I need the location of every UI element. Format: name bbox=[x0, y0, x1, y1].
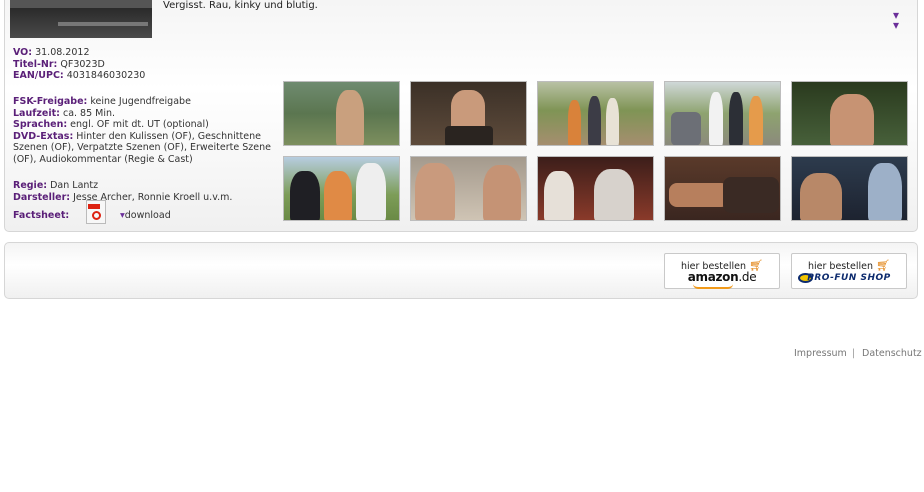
vo-value: 31.08.2012 bbox=[35, 47, 90, 58]
scene-figure bbox=[544, 171, 574, 220]
scene-figure bbox=[356, 163, 386, 220]
scene-figure bbox=[594, 169, 634, 220]
scene-thumbnail[interactable] bbox=[410, 81, 527, 146]
scene-figure bbox=[868, 163, 902, 220]
download-label: download bbox=[124, 210, 171, 221]
scene-thumbnail[interactable] bbox=[283, 81, 400, 146]
factsheet-download-link[interactable]: ▾download bbox=[120, 210, 171, 221]
titel-nr-label: Titel-Nr: bbox=[13, 58, 58, 70]
scene-figure bbox=[568, 100, 581, 145]
scene-thumbnail[interactable] bbox=[537, 81, 654, 146]
regie-label: Regie: bbox=[13, 180, 48, 191]
scene-thumbnail[interactable] bbox=[664, 156, 781, 221]
amazon-order-button[interactable]: hier bestellen 🛒︎ amazon.de bbox=[664, 253, 780, 289]
amazon-logo: amazon.de bbox=[665, 270, 779, 284]
scene-figure bbox=[483, 165, 521, 220]
scene-thumbnail[interactable] bbox=[410, 156, 527, 221]
amazon-smile bbox=[693, 284, 733, 289]
scene-figure bbox=[445, 126, 493, 145]
pdf-icon[interactable] bbox=[86, 200, 106, 224]
scene-figure bbox=[723, 177, 779, 213]
extras-label: DVD-Extas: bbox=[13, 130, 74, 142]
impressum-link[interactable]: Impressum bbox=[794, 348, 847, 359]
sprachen-value: engl. OF mit dt. UT (optional) bbox=[70, 119, 209, 130]
laufzeit-row: Laufzeit: ca. 85 Min. bbox=[13, 108, 275, 120]
ean-row: EAN/UPC: 4031846030230 bbox=[13, 70, 145, 82]
laufzeit-label: Laufzeit: bbox=[13, 107, 60, 119]
scene-figure bbox=[451, 90, 485, 130]
sprachen-label: Sprachen: bbox=[13, 119, 68, 130]
regie-row: Regie: Dan Lantz bbox=[13, 180, 232, 192]
factsheet-label: Factsheet: bbox=[13, 210, 70, 221]
extras-row: DVD-Extas: Hinter den Kulissen (OF), Ges… bbox=[13, 131, 275, 166]
scene-figure bbox=[290, 171, 320, 220]
credits: Regie: Dan Lantz Darsteller: Jesse Arche… bbox=[13, 180, 232, 203]
amazon-brand: amazon bbox=[687, 270, 739, 284]
scene-thumbnail[interactable] bbox=[283, 156, 400, 221]
scene-figure bbox=[709, 92, 723, 145]
scene-thumbnail[interactable] bbox=[664, 81, 781, 146]
scene-figure bbox=[606, 98, 619, 145]
scene-figure bbox=[830, 94, 874, 145]
pdf-swirl bbox=[92, 211, 101, 220]
footer-separator: | bbox=[852, 348, 856, 359]
release-details: VO: 31.08.2012 Titel-Nr: QF3023D EAN/UPC… bbox=[13, 47, 145, 82]
profun-order-button[interactable]: hier bestellen 🛒︎ PRO-FUN SHOP bbox=[791, 253, 907, 289]
order-panel bbox=[4, 242, 918, 299]
scene-thumbnail[interactable] bbox=[537, 156, 654, 221]
dvd-cover-image[interactable] bbox=[10, 0, 152, 38]
scene-thumbnail[interactable] bbox=[791, 81, 908, 146]
vo-label: VO: bbox=[13, 47, 33, 58]
scene-figure bbox=[415, 163, 455, 220]
darsteller-label: Darsteller: bbox=[13, 191, 71, 203]
fsk-value: keine Jugendfreigabe bbox=[90, 96, 191, 107]
vo-row: VO: 31.08.2012 bbox=[13, 47, 145, 59]
regie-value: Dan Lantz bbox=[50, 180, 99, 191]
scene-figure bbox=[671, 112, 701, 145]
scene-figure bbox=[669, 183, 729, 207]
profun-order-label: hier bestellen 🛒︎ bbox=[792, 259, 906, 272]
ean-value: 4031846030230 bbox=[66, 70, 146, 81]
scene-figure bbox=[749, 96, 763, 145]
profun-brand: PRO-FUN SHOP bbox=[807, 273, 891, 283]
double-chevron-down-icon[interactable]: ▾ ▾ bbox=[893, 9, 899, 31]
scene-figure bbox=[800, 173, 842, 220]
technical-details: FSK-Freigabe: keine Jugendfreigabe Laufz… bbox=[13, 96, 275, 165]
darsteller-row: Darsteller: Jesse Archer, Ronnie Kroell … bbox=[13, 192, 232, 204]
shopping-cart-icon: 🛒︎ bbox=[876, 259, 890, 272]
factsheet-row: Factsheet: bbox=[13, 210, 69, 221]
profun-order-text: hier bestellen bbox=[808, 261, 873, 272]
titel-nr-row: Titel-Nr: QF3023D bbox=[13, 59, 145, 71]
pdf-band bbox=[88, 204, 100, 209]
cover-top-bar bbox=[10, 0, 152, 8]
titel-nr-value: QF3023D bbox=[60, 58, 105, 70]
datenschutz-link[interactable]: Datenschutz bbox=[862, 348, 922, 359]
amazon-brand-suffix: .de bbox=[738, 270, 757, 284]
fsk-row: FSK-Freigabe: keine Jugendfreigabe bbox=[13, 96, 275, 108]
laufzeit-value: ca. 85 Min. bbox=[62, 107, 116, 119]
scene-thumbnail[interactable] bbox=[791, 156, 908, 221]
cover-caption bbox=[58, 22, 148, 26]
scene-figure bbox=[324, 171, 352, 220]
teaser-text: Vergisst. Rau, kinky und blutig. bbox=[163, 0, 318, 11]
sprachen-row: Sprachen: engl. OF mit dt. UT (optional) bbox=[13, 119, 275, 131]
fsk-label: FSK-Freigabe: bbox=[13, 96, 88, 107]
scene-figure bbox=[336, 90, 364, 145]
ean-label: EAN/UPC: bbox=[13, 70, 64, 81]
scene-figure bbox=[729, 92, 743, 145]
scene-figure bbox=[588, 96, 601, 145]
